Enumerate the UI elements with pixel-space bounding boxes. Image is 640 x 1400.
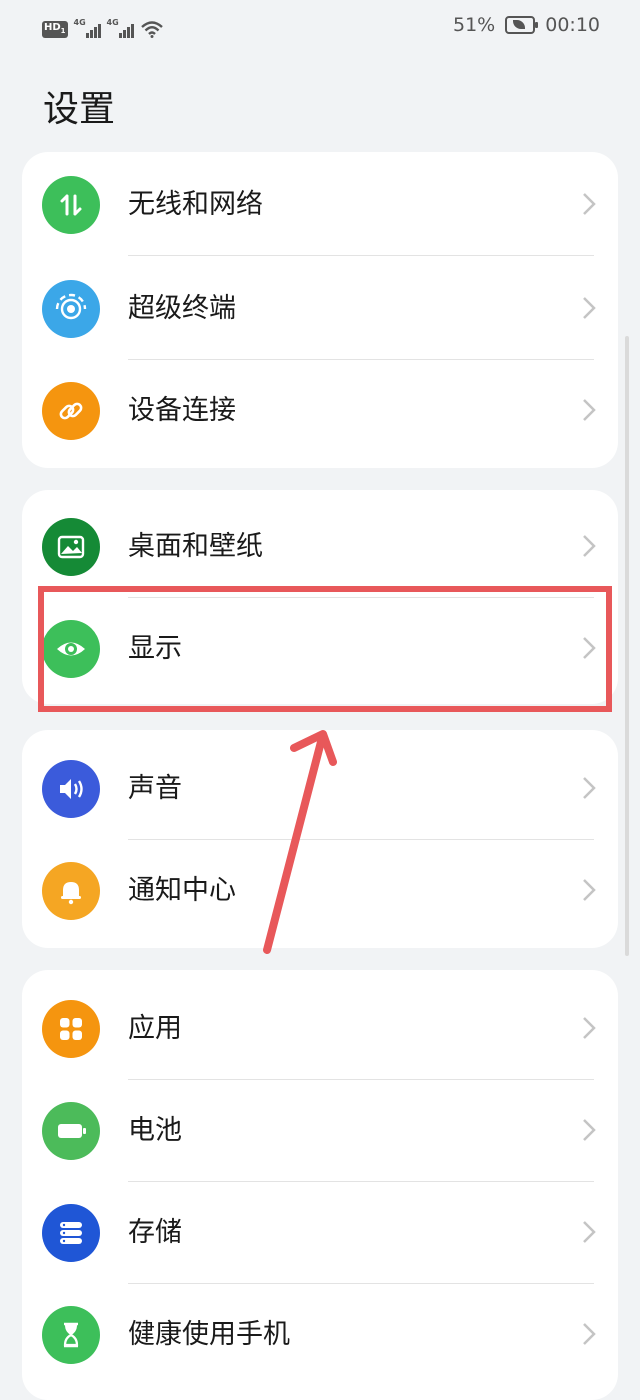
page-title: 设置: [43, 89, 116, 130]
status-icons-left: HD1 4G 4G: [42, 14, 164, 38]
settings-item-device-connection[interactable]: 设备连接: [22, 360, 618, 462]
settings-item-battery[interactable]: 电池: [22, 1080, 618, 1182]
link-icon: [42, 382, 100, 440]
settings-item-wireless-network[interactable]: 无线和网络: [22, 154, 618, 256]
settings-item-label: 存储: [128, 1217, 182, 1248]
settings-item-label: 通知中心: [128, 875, 236, 906]
wireless-network-icon: [42, 176, 100, 234]
settings-item-apps[interactable]: 应用: [22, 978, 618, 1080]
signal-icon: 4G: [107, 18, 134, 38]
settings-item-label: 健康使用手机: [128, 1319, 290, 1350]
settings-item-label: 超级终端: [128, 293, 236, 324]
chevron-right-icon: [583, 297, 596, 319]
chevron-right-icon: [583, 535, 596, 557]
settings-item-label: 应用: [128, 1013, 182, 1044]
status-icons-right: 51% 00:10: [453, 14, 600, 36]
settings-item-label: 电池: [128, 1115, 182, 1146]
scrollbar[interactable]: [625, 336, 629, 956]
storage-icon: [42, 1204, 100, 1262]
settings-item-storage[interactable]: 存储: [22, 1182, 618, 1284]
chevron-right-icon: [583, 399, 596, 421]
settings-group-system: 应用 电池 存储 健康使用手机: [22, 970, 618, 1400]
hd-badge: HD1: [42, 21, 68, 38]
hourglass-icon: [42, 1306, 100, 1364]
super-device-icon: [42, 280, 100, 338]
settings-item-label: 桌面和壁纸: [128, 531, 263, 562]
battery-percent: 51%: [453, 14, 496, 36]
chevron-right-icon: [583, 193, 596, 215]
bell-icon: [42, 862, 100, 920]
chevron-right-icon: [583, 777, 596, 799]
settings-item-sound[interactable]: 声音: [22, 738, 618, 840]
chevron-right-icon: [583, 1017, 596, 1039]
status-bar: HD1 4G 4G 51% 00:10: [0, 0, 640, 52]
chevron-right-icon: [583, 1119, 596, 1141]
clock: 00:10: [545, 14, 600, 36]
apps-grid-icon: [42, 1000, 100, 1058]
settings-item-label: 无线和网络: [128, 189, 263, 220]
chevron-right-icon: [583, 879, 596, 901]
settings-item-label: 声音: [128, 773, 182, 804]
chevron-right-icon: [583, 1221, 596, 1243]
wifi-icon: [140, 21, 163, 38]
battery-icon: [42, 1102, 100, 1160]
battery-saver-icon: [505, 16, 539, 34]
chevron-right-icon: [583, 1323, 596, 1345]
speaker-icon: [42, 760, 100, 818]
divider: [128, 255, 594, 256]
settings-group-sound: 声音 通知中心: [22, 730, 618, 948]
settings-item-label: 设备连接: [128, 395, 236, 426]
highlight-box: [38, 586, 612, 712]
settings-group-connectivity: 无线和网络 超级终端 设备连接: [22, 152, 618, 468]
settings-item-digital-balance[interactable]: 健康使用手机: [22, 1284, 618, 1386]
wallpaper-icon: [42, 518, 100, 576]
settings-item-super-device[interactable]: 超级终端: [22, 258, 618, 360]
settings-item-notification-center[interactable]: 通知中心: [22, 840, 618, 942]
settings-item-home-wallpaper[interactable]: 桌面和壁纸: [22, 496, 618, 598]
signal-icon: 4G: [74, 18, 101, 38]
